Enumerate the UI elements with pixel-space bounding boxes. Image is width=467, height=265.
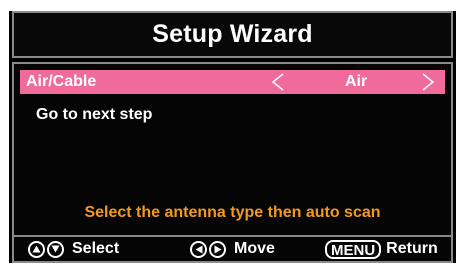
right-triangle-icon — [214, 245, 221, 253]
down-triangle-icon — [51, 245, 60, 253]
footer-move: Move — [190, 237, 275, 261]
down-button-icon — [47, 240, 64, 258]
left-triangle-icon — [195, 245, 202, 253]
footer-help-bar: Select Move MENU Return — [12, 237, 453, 263]
menu-item-value: Air — [345, 73, 368, 90]
menu-item-label: Air/Cable — [26, 73, 97, 90]
footer-select-label: Select — [72, 240, 120, 257]
up-button-icon — [28, 240, 45, 258]
left-button-icon — [190, 240, 207, 258]
hint-text: Select the antenna type then auto scan — [84, 204, 381, 221]
right-button-icon — [209, 240, 226, 258]
footer-return-label: Return — [386, 240, 438, 257]
chevron-right-icon[interactable] — [418, 70, 438, 94]
menu-key-badge: MENU — [325, 239, 382, 259]
footer-move-label: Move — [234, 240, 275, 257]
setup-wizard-dialog: Setup Wizard Air/Cable Air Go to next st… — [9, 11, 456, 263]
chevron-left-icon[interactable] — [268, 70, 288, 94]
up-triangle-icon — [32, 245, 41, 253]
menu-item-next-step[interactable]: Go to next step — [36, 106, 152, 124]
page-title: Setup Wizard — [152, 20, 313, 48]
footer-return: MENU Return — [325, 237, 438, 261]
menu-panel: Air/Cable Air Go to next step Select the… — [12, 62, 453, 237]
title-bar: Setup Wizard — [12, 11, 453, 58]
footer-select: Select — [28, 237, 119, 261]
menu-item-air-cable[interactable]: Air/Cable Air — [20, 70, 445, 94]
